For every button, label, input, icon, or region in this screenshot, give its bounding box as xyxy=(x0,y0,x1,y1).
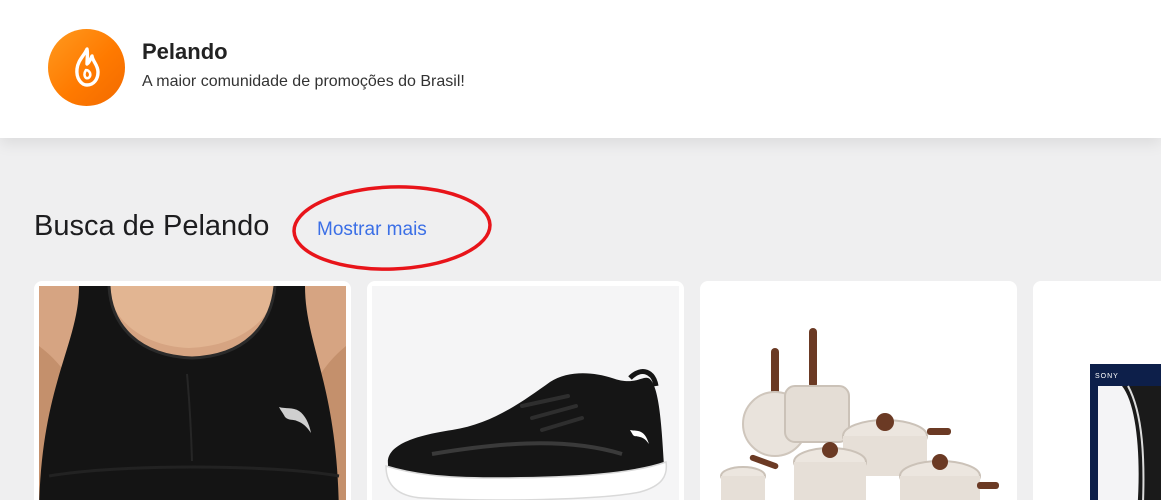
game-console-image: SONY xyxy=(1038,286,1161,500)
product-card[interactable]: SONY xyxy=(1033,281,1161,500)
annotation-circle xyxy=(292,185,492,271)
brand-tagline: A maior comunidade de promoções do Brasi… xyxy=(142,73,465,90)
product-card[interactable] xyxy=(34,281,351,500)
console-brand-label: SONY xyxy=(1095,373,1119,380)
puma-icon xyxy=(279,407,311,433)
site-header: Pelando A maior comunidade de promoções … xyxy=(0,0,1161,138)
section-title: Busca de Pelando xyxy=(34,210,270,242)
pelando-logo[interactable] xyxy=(48,29,125,106)
product-card[interactable] xyxy=(700,281,1017,500)
sports-bra-image xyxy=(39,286,346,500)
flame-icon xyxy=(75,47,100,87)
product-card[interactable] xyxy=(367,281,684,500)
cookware-set-image xyxy=(705,286,1012,500)
puma-icon xyxy=(630,430,649,444)
sneaker-image xyxy=(372,286,679,500)
brand-name: Pelando xyxy=(142,39,228,64)
